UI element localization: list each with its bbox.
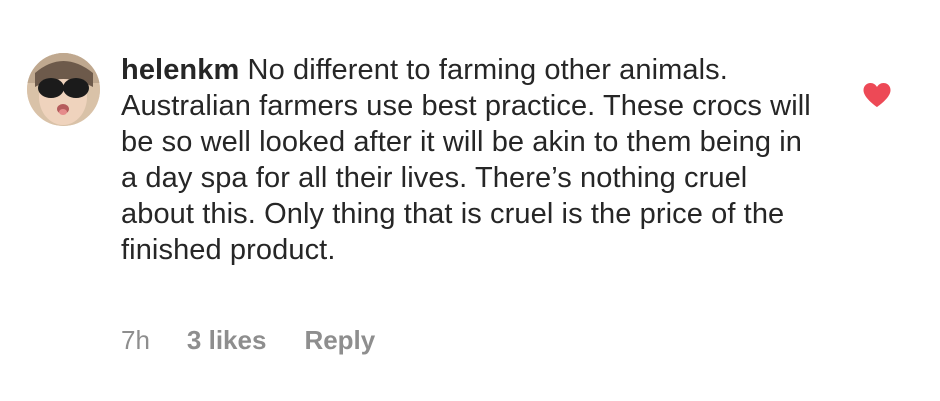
reply-button[interactable]: Reply xyxy=(304,322,375,358)
heart-icon xyxy=(863,83,891,107)
comment-text-block: helenkm No different to farming other an… xyxy=(121,52,811,268)
comment-body: helenkm No different to farming other an… xyxy=(121,52,811,268)
comment-meta: 7h 3 likes Reply xyxy=(121,322,375,358)
comment-time: 7h xyxy=(121,325,150,355)
like-button[interactable] xyxy=(862,82,892,108)
username[interactable]: helenkm xyxy=(121,54,239,86)
comment: helenkm No different to farming other an… xyxy=(0,0,940,401)
avatar-image xyxy=(27,53,100,126)
avatar[interactable] xyxy=(27,53,100,126)
likes-count[interactable]: 3 likes xyxy=(187,322,267,358)
